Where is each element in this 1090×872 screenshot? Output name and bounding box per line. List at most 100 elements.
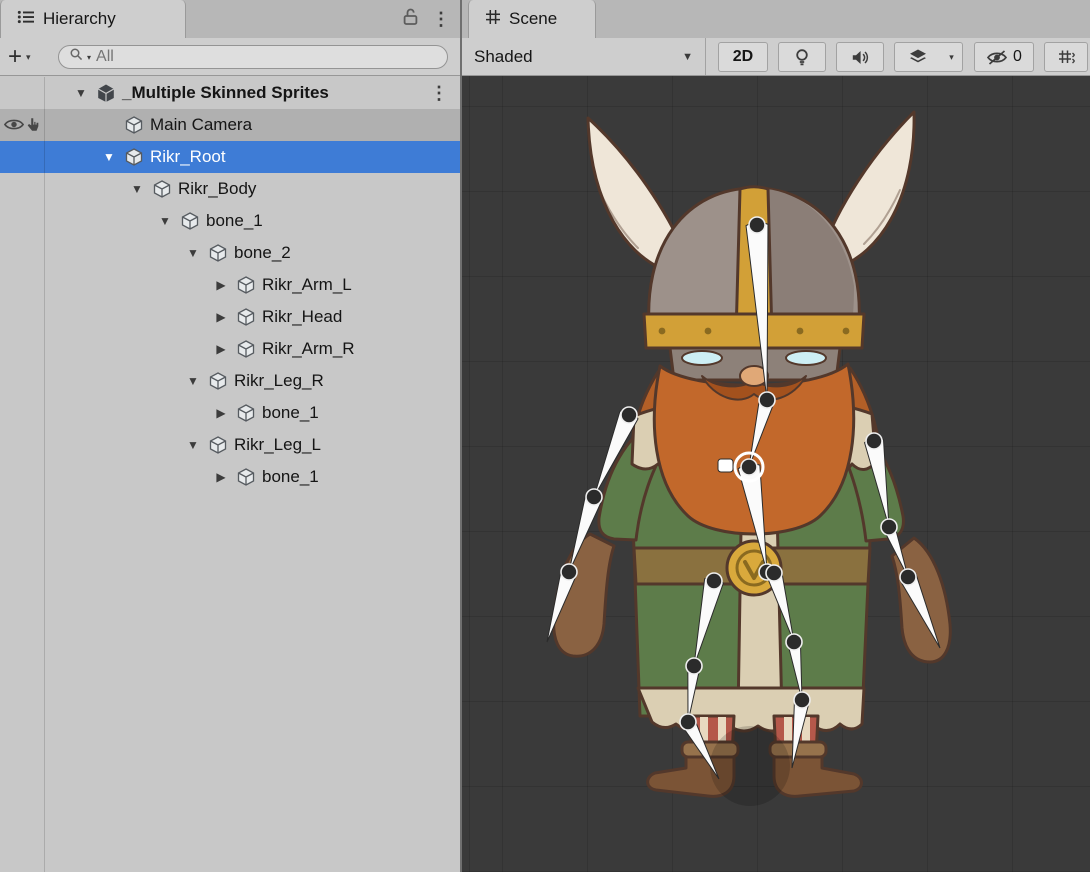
joint-arm-left-2[interactable]	[561, 564, 577, 580]
scene-audio-button[interactable]	[836, 42, 884, 72]
row-label: _Multiple Skinned Sprites	[122, 77, 329, 109]
gameobject-cube-icon	[208, 435, 228, 455]
scene-lighting-button[interactable]	[778, 42, 826, 72]
gameobject-cube-icon	[124, 115, 144, 135]
hierarchy-toolbar: + ▾ ▾	[0, 38, 460, 76]
scene-options-menu-icon[interactable]: ⋮	[430, 77, 448, 109]
toggle-2d-button[interactable]: 2D	[718, 42, 768, 72]
tree-row-bone-1[interactable]: ▶bone_1	[0, 461, 460, 493]
tree-row-bone-1[interactable]: ▼ bone_1	[0, 205, 460, 237]
joint-leg-left-0[interactable]	[706, 573, 722, 589]
scene-effects-dropdown[interactable]: ▾	[941, 42, 963, 72]
scene-effects-button[interactable]	[894, 42, 942, 72]
scene-viewport[interactable]	[462, 76, 1090, 872]
search-filter-chevron-icon[interactable]: ▾	[87, 53, 91, 62]
unity-scene-icon	[96, 83, 116, 103]
joint-leg-right-1[interactable]	[786, 634, 802, 650]
row-label: Main Camera	[150, 109, 252, 141]
hierarchy-panel: Hierarchy ⋮ + ▾ ▾ ▼_Multiple Skinned Spr…	[0, 0, 460, 872]
scene-panel: Scene Shaded ▼ 2D ▾	[460, 0, 1090, 872]
joint-leg-right-0[interactable]	[766, 565, 782, 581]
collapse-arrow-icon[interactable]: ▼	[184, 365, 202, 397]
row-label: bone_2	[234, 237, 291, 269]
draw-mode-dropdown[interactable]: Shaded ▼	[462, 38, 706, 75]
row-label: bone_1	[206, 205, 263, 237]
gameobject-cube-icon	[236, 307, 256, 327]
row-label: Rikr_Body	[178, 173, 256, 205]
lightbulb-icon	[793, 48, 811, 67]
joint-arm-right-1[interactable]	[881, 519, 897, 535]
chevron-down-icon: ▼	[682, 51, 693, 63]
chevron-down-icon: ▾	[949, 52, 954, 63]
search-input[interactable]	[94, 47, 437, 67]
collapse-arrow-icon[interactable]: ▼	[72, 77, 90, 109]
picking-hand-icon[interactable]	[25, 116, 42, 134]
visibility-eye-icon[interactable]	[4, 117, 24, 133]
tree-row-main-camera[interactable]: Main Camera	[0, 109, 460, 141]
joint-spine-head-2[interactable]	[741, 459, 757, 475]
tree-row-rikr-arm-r[interactable]: ▶Rikr_Arm_R	[0, 333, 460, 365]
expand-arrow-icon[interactable]: ▶	[212, 461, 230, 493]
row-label: Rikr_Leg_L	[234, 429, 321, 461]
expand-arrow-icon[interactable]: ▶	[212, 397, 230, 429]
joint-leg-right-2[interactable]	[794, 692, 810, 708]
search-icon	[69, 47, 84, 67]
tree-row-bone-1[interactable]: ▶ bone_1	[0, 397, 460, 429]
hidden-count: 0	[1013, 48, 1022, 66]
hierarchy-tab-strip: Hierarchy ⋮	[0, 0, 460, 39]
effects-layers-icon	[908, 48, 928, 66]
collapse-arrow-icon[interactable]: ▼	[128, 173, 146, 205]
joint-leg-left-1[interactable]	[686, 658, 702, 674]
bone-gizmo-layer[interactable]	[462, 76, 1090, 872]
row-label: Rikr_Leg_R	[234, 365, 324, 397]
joint-arm-left-1[interactable]	[586, 489, 602, 505]
tab-label: Scene	[509, 9, 557, 29]
lock-icon[interactable]	[403, 8, 418, 31]
tree-row-bone-2[interactable]: ▼ bone_2	[0, 237, 460, 269]
row-label: bone_1	[262, 397, 319, 429]
bone-spine-head-0[interactable]	[746, 220, 768, 400]
row-label: Rikr_Arm_L	[262, 269, 352, 301]
collapse-arrow-icon[interactable]: ▼	[184, 237, 202, 269]
expand-arrow-icon[interactable]: ▶	[212, 269, 230, 301]
tree-row-rikr-leg-l[interactable]: ▼ Rikr_Leg_L	[0, 429, 460, 461]
tab-scene[interactable]: Scene	[468, 0, 596, 38]
joint-spine-head-0[interactable]	[749, 217, 765, 233]
bone-arm-right-0[interactable]	[865, 436, 889, 527]
tree-row-rikr-arm-l[interactable]: ▶ Rikr_Arm_L	[0, 269, 460, 301]
tree-row-rikr-root[interactable]: ▼ Rikr_Root	[0, 141, 460, 173]
joint-arm-right-2[interactable]	[900, 569, 916, 585]
joint-spine-head-1[interactable]	[759, 392, 775, 408]
tab-hierarchy[interactable]: Hierarchy	[0, 0, 186, 38]
tree-row-rikr-body[interactable]: ▼ Rikr_Body	[0, 173, 460, 205]
bone-leg-left-0[interactable]	[694, 576, 723, 666]
2d-label: 2D	[733, 48, 753, 66]
tree-row-rikr-leg-r[interactable]: ▼ Rikr_Leg_R	[0, 365, 460, 397]
row-label: Rikr_Head	[262, 301, 342, 333]
panel-menu-icon[interactable]: ⋮	[432, 9, 450, 30]
collapse-arrow-icon[interactable]: ▼	[156, 205, 174, 237]
expand-arrow-icon[interactable]: ▶	[212, 333, 230, 365]
collapse-arrow-icon[interactable]: ▼	[100, 141, 118, 173]
gameobject-cube-icon	[208, 243, 228, 263]
root-joint-tag[interactable]	[718, 459, 733, 472]
joint-arm-left-0[interactable]	[621, 407, 637, 423]
search-field[interactable]: ▾	[58, 45, 448, 69]
grid-settings-button[interactable]	[1044, 42, 1088, 72]
scene-visibility-button[interactable]: 0	[974, 42, 1034, 72]
tab-label: Hierarchy	[43, 9, 116, 29]
scene-grid-icon	[485, 9, 501, 30]
joint-arm-right-0[interactable]	[866, 433, 882, 449]
grid-settings-icon	[1057, 48, 1076, 66]
joint-leg-left-2[interactable]	[680, 714, 696, 730]
collapse-arrow-icon[interactable]: ▼	[184, 429, 202, 461]
row-label: Rikr_Root	[150, 141, 226, 173]
scene-tab-strip: Scene	[462, 0, 1090, 39]
expand-arrow-icon[interactable]: ▶	[212, 301, 230, 333]
tree-row-rikr-head[interactable]: ▶ Rikr_Head	[0, 301, 460, 333]
tree-row--multiple-skinned-sprites[interactable]: ▼ _Multiple Skinned Sprites ⋮	[0, 77, 460, 109]
add-gameobject-button[interactable]: + ▾	[8, 44, 31, 70]
eye-slash-icon	[986, 49, 1008, 66]
gameobject-cube-icon	[236, 467, 256, 487]
hierarchy-tree: ▼_Multiple Skinned Sprites⋮Main Camera▼R…	[0, 77, 460, 872]
